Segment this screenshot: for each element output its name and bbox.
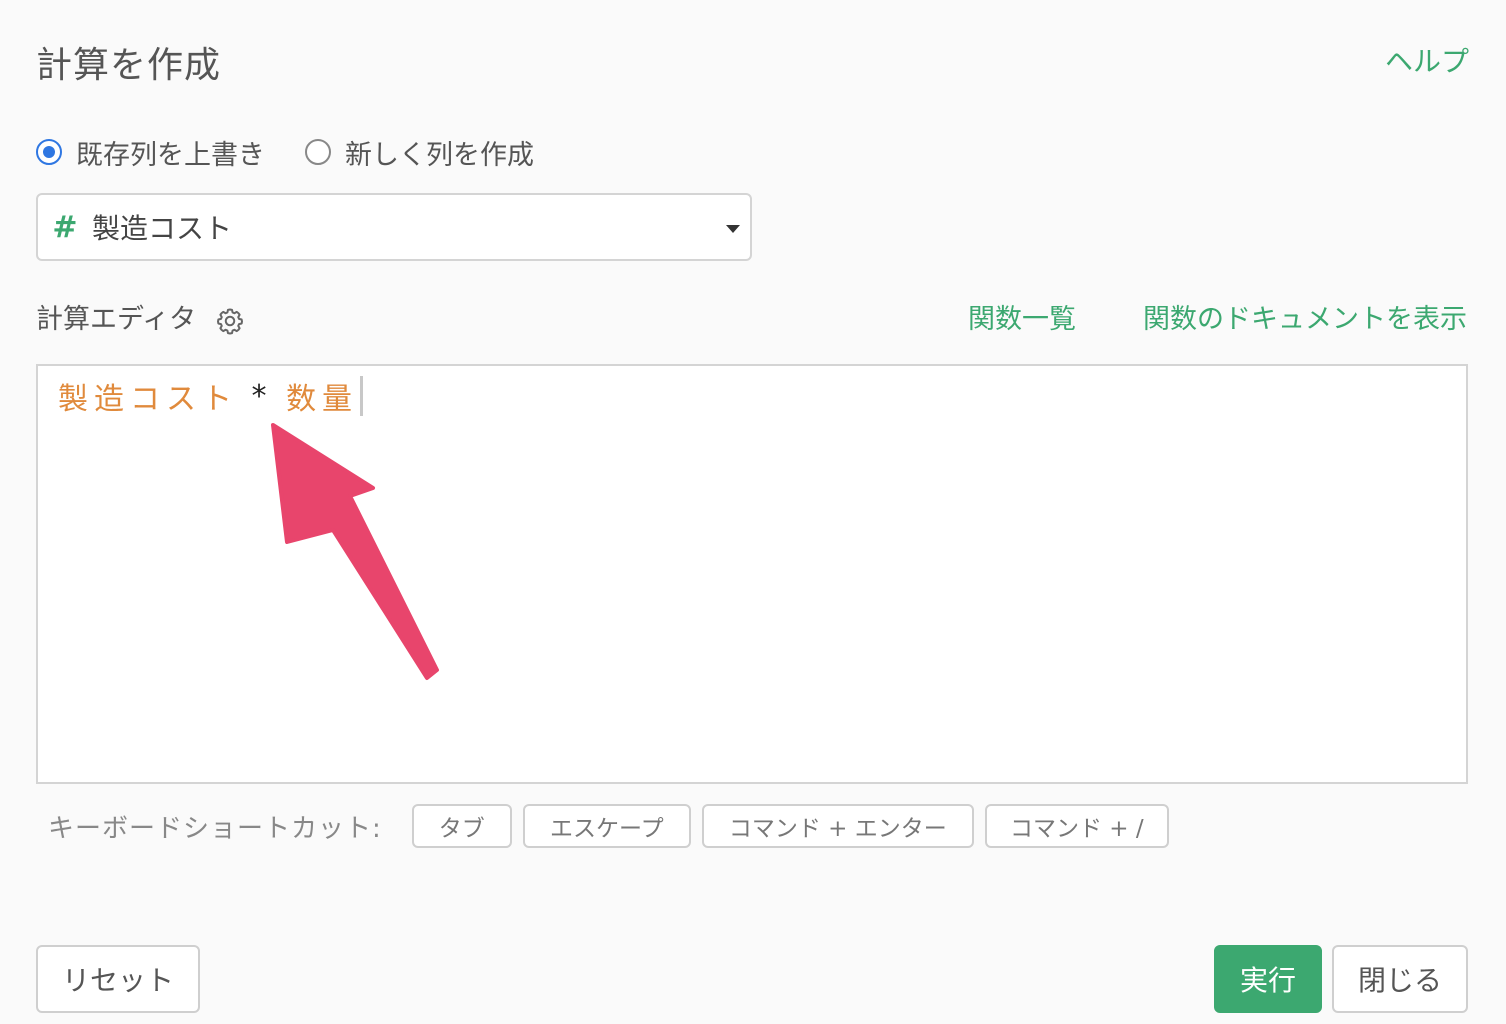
radio-checked-icon[interactable] <box>36 139 62 165</box>
help-link[interactable]: ヘルプ <box>1385 42 1469 82</box>
keyboard-shortcuts: キーボードショートカット: タブ エスケープ コマンド + エンター コマンド … <box>48 804 1180 848</box>
function-docs-link[interactable]: 関数のドキュメントを表示 <box>1143 300 1467 340</box>
text-cursor <box>360 376 364 416</box>
dialog-title: 計算を作成 <box>36 45 222 86</box>
radio-unchecked-icon[interactable] <box>305 139 331 165</box>
reset-button[interactable]: リセット <box>36 945 200 1013</box>
shortcut-command-enter[interactable]: コマンド + エンター <box>701 804 974 848</box>
gear-icon[interactable] <box>215 306 245 336</box>
shortcut-escape[interactable]: エスケープ <box>522 804 691 848</box>
close-button[interactable]: 閉じる <box>1332 945 1468 1013</box>
column-select-value: 製造コスト <box>92 212 233 245</box>
shortcut-tab[interactable]: タブ <box>411 804 512 848</box>
column-token-right: 数量 <box>286 382 359 417</box>
operator-token: * <box>250 378 275 414</box>
column-token-left: 製造コスト <box>58 382 238 417</box>
radio-label-new: 新しく列を作成 <box>345 139 534 171</box>
mode-radio-group: 既存列を上書き 新しく列を作成 <box>36 130 574 174</box>
calculation-dialog: 計算を作成 ヘルプ 既存列を上書き 新しく列を作成 # 製造コスト 計算エディタ… <box>0 0 1506 1024</box>
function-list-link[interactable]: 関数一覧 <box>968 300 1076 340</box>
shortcuts-label: キーボードショートカット: <box>48 813 382 844</box>
radio-label-overwrite: 既存列を上書き <box>76 139 265 171</box>
radio-new-column[interactable]: 新しく列を作成 <box>305 133 534 172</box>
column-select[interactable]: # 製造コスト <box>36 193 752 261</box>
radio-overwrite-column[interactable]: 既存列を上書き <box>36 133 265 172</box>
expression-line: 製造コスト * 数量 <box>58 374 364 418</box>
caret-down-icon <box>726 225 740 233</box>
calculation-editor[interactable]: 製造コスト * 数量 <box>36 364 1468 784</box>
shortcut-command-slash[interactable]: コマンド + / <box>984 804 1169 848</box>
run-button[interactable]: 実行 <box>1214 945 1322 1013</box>
numeric-type-icon: # <box>52 209 78 245</box>
editor-label: 計算エディタ <box>36 304 197 335</box>
